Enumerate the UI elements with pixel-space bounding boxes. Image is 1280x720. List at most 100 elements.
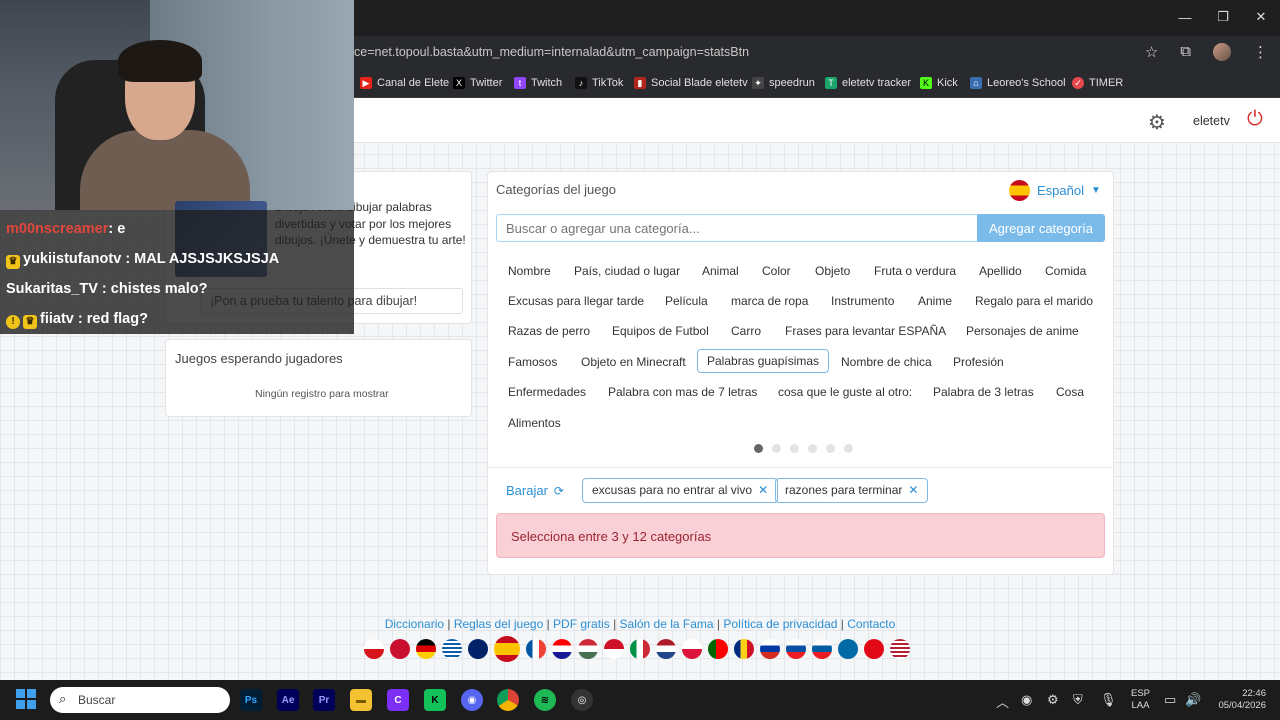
category-chip[interactable]: Regalo para el marido <box>975 294 1093 308</box>
page-dot-active[interactable] <box>754 444 763 453</box>
bookmark-item[interactable]: X Twitter <box>453 77 502 89</box>
category-chip[interactable]: Nombre de chica <box>841 355 932 369</box>
bookmark-item[interactable]: ▮ Social Blade eletetv <box>634 77 748 89</box>
category-chip[interactable]: Objeto en Minecraft <box>581 355 686 369</box>
obs-icon[interactable]: ◎ <box>571 689 593 711</box>
category-chip[interactable]: Cosa <box>1056 385 1084 399</box>
france-flag-icon[interactable] <box>526 639 546 659</box>
germany-flag-icon[interactable] <box>416 639 436 659</box>
greece-flag-icon[interactable] <box>442 639 462 659</box>
category-chip[interactable]: Excusas para llegar tarde <box>508 294 644 308</box>
remove-tag-icon[interactable]: ✕ <box>758 483 768 497</box>
category-chip[interactable]: Carro <box>731 324 761 338</box>
category-chip[interactable]: Nombre <box>508 264 551 278</box>
network-icon[interactable]: ▭ <box>1164 692 1176 708</box>
tray-discord-icon[interactable]: ◉ <box>1021 692 1032 708</box>
category-chip[interactable]: Personajes de anime <box>966 324 1079 338</box>
remove-tag-icon[interactable]: ✕ <box>908 483 918 497</box>
denmark-flag-icon[interactable] <box>390 639 410 659</box>
hungary-flag-icon[interactable] <box>578 639 598 659</box>
url-text[interactable]: ce=net.topoul.basta&utm_medium=internala… <box>354 45 749 59</box>
category-chip[interactable]: Objeto <box>815 264 850 278</box>
bookmark-item[interactable]: ✦ speedrun <box>752 77 815 89</box>
page-dot[interactable] <box>808 444 817 453</box>
page-dot[interactable] <box>826 444 835 453</box>
category-chip[interactable]: Razas de perro <box>508 324 590 338</box>
volume-icon[interactable]: 🔊 <box>1185 692 1201 708</box>
category-chip[interactable]: Famosos <box>508 355 557 369</box>
category-chip[interactable]: cosa que le guste al otro: <box>778 385 912 399</box>
slovenia-flag-icon[interactable] <box>812 639 832 659</box>
bookmark-item[interactable]: ▶ Canal de Elete <box>360 77 449 89</box>
shuffle-button[interactable]: Barajar ⟳ <box>506 483 564 498</box>
spain-flag-icon[interactable] <box>494 636 520 662</box>
italy-flag-icon[interactable] <box>630 639 650 659</box>
indonesia-flag-icon[interactable] <box>604 639 624 659</box>
romania-flag-icon[interactable] <box>734 639 754 659</box>
discord-icon[interactable]: ◉ <box>461 689 483 711</box>
taskbar-search[interactable]: ⌕ Buscar <box>50 687 230 713</box>
windows-start-icon[interactable] <box>16 689 36 709</box>
bookmark-item[interactable]: Teletetv tracker <box>825 77 911 89</box>
system-clock[interactable]: 22:46 05/04/2026 <box>1210 688 1266 712</box>
language-dropdown[interactable]: Español ▼ <box>1009 180 1101 201</box>
photoshop-icon[interactable]: Ps <box>240 689 262 711</box>
turkey-flag-icon[interactable] <box>864 639 884 659</box>
bookmark-item[interactable]: K Kick <box>920 77 958 89</box>
profile-avatar[interactable] <box>1213 43 1231 61</box>
footer-link-pdf[interactable]: PDF gratis <box>553 617 610 631</box>
footer-link-hall-of-fame[interactable]: Salón de la Fama <box>620 617 714 631</box>
username-label[interactable]: eletetv <box>1193 114 1230 128</box>
category-chip[interactable]: marca de ropa <box>731 294 808 308</box>
uk-flag-icon[interactable] <box>468 639 488 659</box>
tray-steam-icon[interactable]: ⚙ <box>1047 692 1059 708</box>
category-chip[interactable]: Comida <box>1045 264 1086 278</box>
category-chip[interactable]: Equipos de Futbol <box>612 324 709 338</box>
page-dot[interactable] <box>790 444 799 453</box>
poland-flag-icon[interactable] <box>682 639 702 659</box>
category-chip-hovered[interactable]: Palabras guapísimas <box>697 349 830 373</box>
after-effects-icon[interactable]: Ae <box>277 689 299 711</box>
bookmark-item[interactable]: ✓ TIMER <box>1072 77 1123 89</box>
bookmark-item[interactable]: ⌂ Leoreo's School <box>970 77 1066 89</box>
portugal-flag-icon[interactable] <box>708 639 728 659</box>
category-chip[interactable]: Color <box>762 264 791 278</box>
netherlands-flag-icon[interactable] <box>656 639 676 659</box>
tray-security-icon[interactable]: ⛨ <box>1073 692 1083 708</box>
footer-link-privacy[interactable]: Política de privacidad <box>723 617 837 631</box>
category-chip[interactable]: Anime <box>918 294 952 308</box>
bookmark-star-icon[interactable]: ☆ <box>1145 43 1158 61</box>
minimize-icon[interactable]: — <box>1166 0 1204 34</box>
category-chip[interactable]: Película <box>665 294 708 308</box>
category-chip[interactable]: Animal <box>702 264 739 278</box>
czech-flag-icon[interactable] <box>364 639 384 659</box>
category-search-input[interactable] <box>496 214 978 242</box>
canva-icon[interactable]: C <box>387 689 409 711</box>
add-category-button[interactable]: Agregar categoría <box>977 214 1105 242</box>
tray-chevron-icon[interactable]: ︿ <box>996 692 1009 711</box>
category-chip[interactable]: Palabra de 3 letras <box>933 385 1034 399</box>
croatia-flag-icon[interactable] <box>552 639 572 659</box>
restore-icon[interactable]: ❐ <box>1204 0 1242 34</box>
spotify-icon[interactable]: ≋ <box>534 689 556 711</box>
footer-link-contact[interactable]: Contacto <box>847 617 895 631</box>
page-dot[interactable] <box>844 444 853 453</box>
category-chip[interactable]: Frases para levantar ESPAÑA <box>785 324 946 338</box>
kick-app-icon[interactable]: K <box>424 689 446 711</box>
premiere-icon[interactable]: Pr <box>313 689 335 711</box>
menu-kebab-icon[interactable]: ⋮ <box>1253 43 1268 61</box>
usa-flag-icon[interactable] <box>890 639 910 659</box>
category-chip[interactable]: Palabra con mas de 7 letras <box>608 385 757 399</box>
settings-gear-icon[interactable]: ⚙ <box>1148 110 1166 135</box>
bookmark-item[interactable]: ♪ TikTok <box>575 77 623 89</box>
tray-mic-icon[interactable]: 🎙 <box>1100 692 1117 708</box>
footer-link-dictionary[interactable]: Diccionario <box>385 617 444 631</box>
bookmark-item[interactable]: t Twitch <box>514 77 562 89</box>
category-chip[interactable]: Alimentos <box>508 416 561 430</box>
power-logout-icon[interactable]: ⏻ <box>1247 108 1263 131</box>
category-chip[interactable]: Enfermedades <box>508 385 586 399</box>
category-chip[interactable]: Apellido <box>979 264 1022 278</box>
page-dot[interactable] <box>772 444 781 453</box>
chrome-icon[interactable] <box>497 689 519 711</box>
footer-link-rules[interactable]: Reglas del juego <box>454 617 543 631</box>
